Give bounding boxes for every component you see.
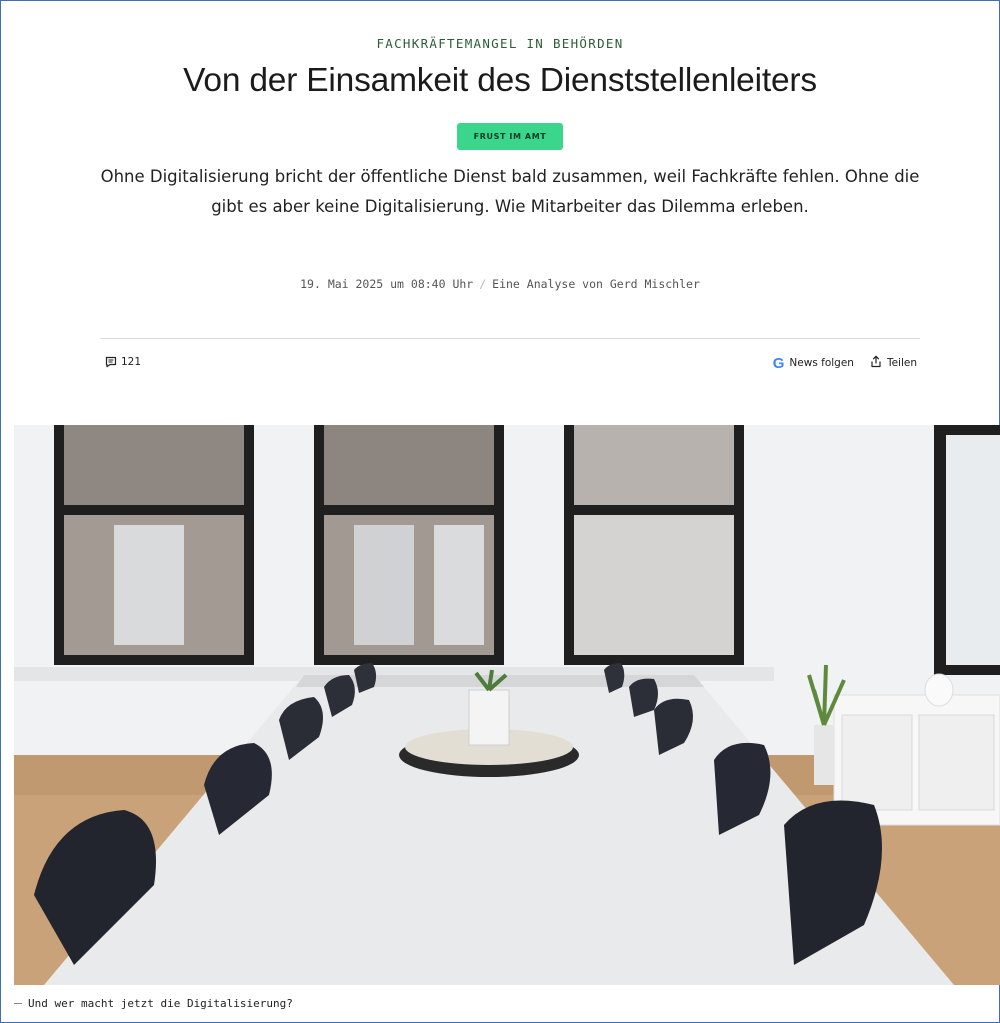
article-teaser: Ohne Digitalisierung bricht der öffentli… [100,167,920,216]
article-date: 19. Mai 2025 um 08:40 Uhr [300,277,474,291]
article-actions: G News folgen Teilen [773,355,917,371]
article-meta: 19. Mai 2025 um 08:40 Uhr / Eine Analyse v… [0,277,1000,291]
image-caption-wrap: Und wer macht jetzt die Digitalisierung? [14,997,293,1010]
google-icon: G [772,354,785,372]
meta-separator: / [479,277,487,291]
share-label: Teilen [886,357,917,369]
article-kicker: FACHKRÄFTEMANGEL IN BEHÖRDEN [376,36,624,51]
comment-count: 121 [121,356,142,368]
comment-icon [105,356,117,368]
news-follow-label: News folgen [789,357,854,369]
google-news-follow-button[interactable]: G News folgen [773,356,854,371]
comments-button[interactable]: 121 [105,356,141,368]
share-icon [870,355,882,371]
article-author[interactable]: Eine Analyse von Gerd Mischler [492,277,700,291]
hero-image [14,425,1000,985]
article-headline: Von der Einsamkeit des Dienststellenleit… [183,62,817,99]
image-caption: Und wer macht jetzt die Digitalisierung? [28,997,293,1010]
share-button[interactable]: Teilen [870,355,917,371]
topic-badge[interactable]: FRUST IM AMT [457,123,563,150]
divider [100,338,920,339]
caption-dash [14,1003,22,1004]
